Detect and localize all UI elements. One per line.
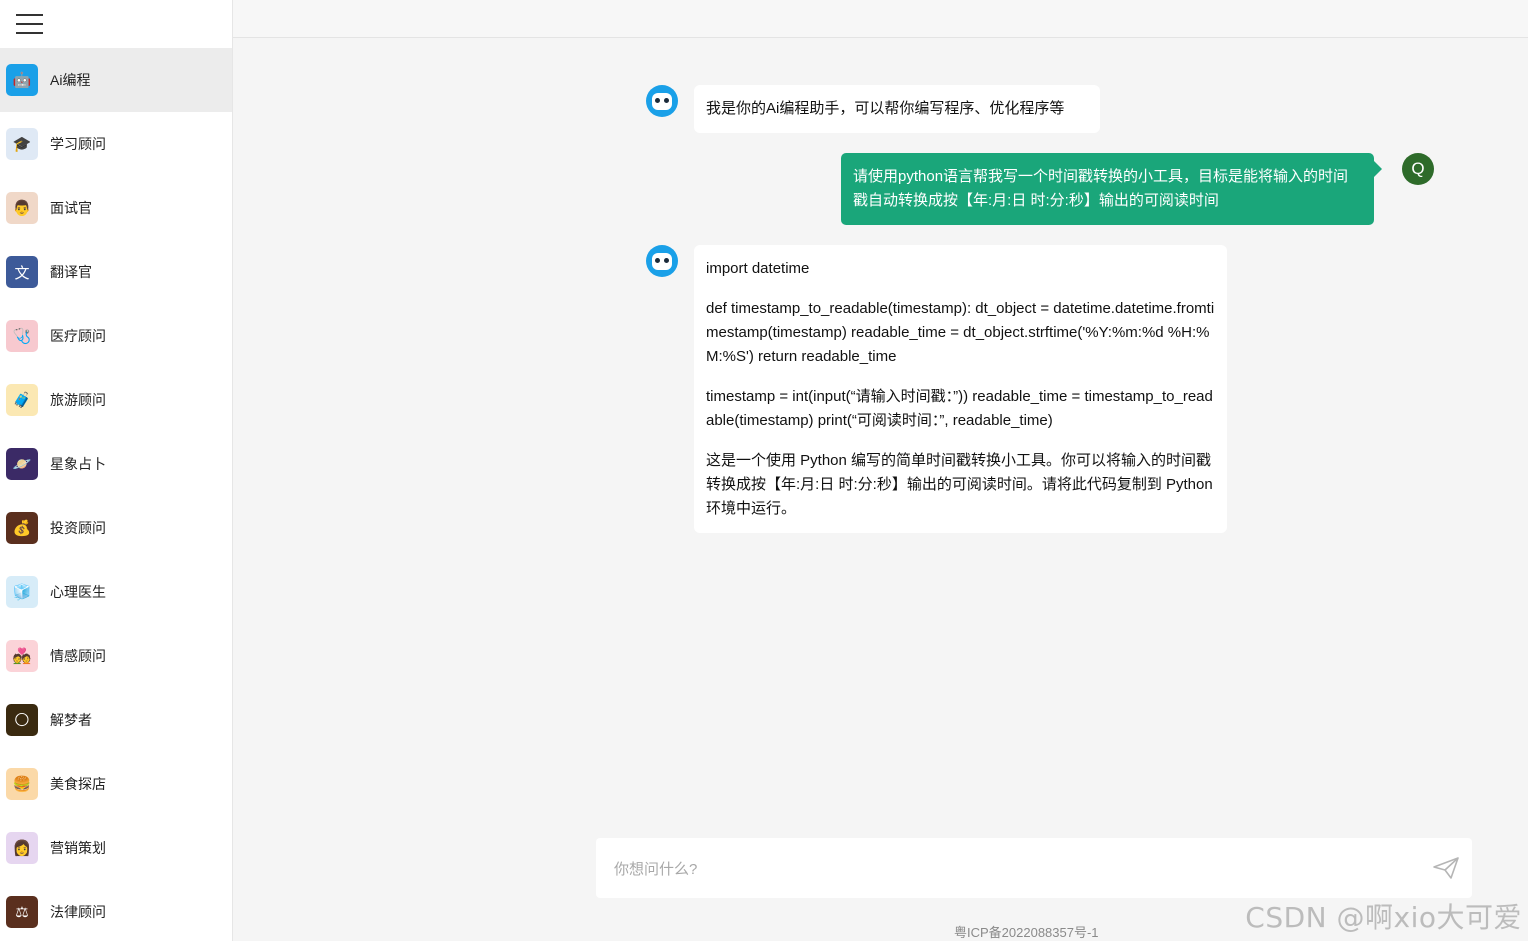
assistant-avatar-reply xyxy=(646,245,678,277)
user-message-text: 请使用python语言帮我写一个时间戳转换的小工具，目标是能将输入的时间戳自动转… xyxy=(853,168,1349,209)
sidebar-item[interactable]: 🧊 心理医生 xyxy=(0,560,232,624)
sidebar-item[interactable]: 💰 投资顾问 xyxy=(0,496,232,560)
sidebar-item[interactable]: 🎓 学习顾问 xyxy=(0,112,232,176)
icp-footer-link[interactable]: 粤ICP备2022088357号-1 xyxy=(954,922,1099,941)
assistant-greeting-text: 我是你的Ai编程助手，可以帮你编写程序、优化程序等 xyxy=(706,100,1065,117)
sidebar-item-label: 旅游顾问 xyxy=(50,392,106,408)
sidebar-item[interactable]: 文翻译官 xyxy=(0,240,232,304)
watermark: CSDN @啊xio大可爱 xyxy=(1245,901,1522,934)
sidebar-item-label: 心理医生 xyxy=(50,584,106,600)
coins-icon: 💰 xyxy=(6,512,38,544)
sidebar-item-label: 学习顾问 xyxy=(50,136,106,152)
hamburger-menu-icon[interactable] xyxy=(16,14,44,36)
user-message-bubble: 请使用python语言帮我写一个时间戳转换的小工具，目标是能将输入的时间戳自动转… xyxy=(841,153,1382,225)
sidebar-item[interactable]: 👨 面试官 xyxy=(0,176,232,240)
sidebar-item-label: 投资顾问 xyxy=(50,520,106,536)
sidebar-item-label: 星象占卜 xyxy=(50,456,106,472)
medical-icon: 🩺 xyxy=(6,320,38,352)
user-avatar[interactable]: Q xyxy=(1402,153,1434,185)
assistant-list: 🤖 Ai编程 🎓 学习顾问 👨 面试官文翻译官 🩺 医疗顾问 🧳 旅游顾问 🪐 星象占卜 💰 投资顾问 🧊 心… xyxy=(0,48,232,941)
sidebar-item-label: Ai编程 xyxy=(50,72,91,88)
sidebar-item-label: 情感顾问 xyxy=(50,648,106,664)
assistant-avatar xyxy=(646,85,678,117)
sidebar-item[interactable]: 💑 情感顾问 xyxy=(0,624,232,688)
sidebar-item-label: 美食探店 xyxy=(50,776,106,792)
sidebar-item[interactable]: 🌕 解梦者 xyxy=(0,688,232,752)
planet-icon: 🪐 xyxy=(6,448,38,480)
sidebar-item[interactable]: 👩 营销策划 xyxy=(0,816,232,880)
app-window: 🤖 Ai编程 🎓 学习顾问 👨 面试官文翻译官 🩺 医疗顾问 🧳 旅游顾问 🪐 星象占卜 💰 投资顾问 🧊 心… xyxy=(0,0,1528,941)
sidebar-item[interactable]: 🍔 美食探店 xyxy=(0,752,232,816)
law-icon: ⚖ xyxy=(6,896,38,928)
heart-box-icon: 🧊 xyxy=(6,576,38,608)
burger-icon: 🍔 xyxy=(6,768,38,800)
moon-icon: 🌕 xyxy=(6,704,38,736)
robot-icon xyxy=(652,252,672,270)
sidebar-item[interactable]: 🩺 医疗顾问 xyxy=(0,304,232,368)
interviewer-icon: 👨 xyxy=(6,192,38,224)
sidebar-item[interactable]: 🪐 星象占卜 xyxy=(0,432,232,496)
user-initial: Q xyxy=(1411,159,1425,178)
sidebar: 🤖 Ai编程 🎓 学习顾问 👨 面试官文翻译官 🩺 医疗顾问 🧳 旅游顾问 🪐 星象占卜 💰 投资顾问 🧊 心… xyxy=(0,0,233,941)
luggage-icon: 🧳 xyxy=(6,384,38,416)
sidebar-item[interactable]: ⚖ 法律顾问 xyxy=(0,880,232,941)
sidebar-item-label: 营销策划 xyxy=(50,840,106,856)
marketer-icon: 👩 xyxy=(6,832,38,864)
sidebar-item[interactable]: 🧳 旅游顾问 xyxy=(0,368,232,432)
send-icon[interactable] xyxy=(1432,856,1460,880)
assistant-reply-bubble: import datetime def timestamp_to_readable… xyxy=(694,245,1227,533)
translate-icon: 文 xyxy=(6,256,38,288)
sidebar-item-label: 翻译官 xyxy=(50,264,92,280)
chat-input[interactable] xyxy=(612,838,1406,900)
sidebar-item-label: 解梦者 xyxy=(50,712,92,728)
sidebar-item-label: 医疗顾问 xyxy=(50,328,106,344)
assistant-reply-paragraph: import datetime xyxy=(706,260,810,277)
graduation-cap-icon: 🎓 xyxy=(6,128,38,160)
chat-input-box xyxy=(596,838,1472,900)
assistant-reply-paragraph: timestamp = int(input(“请输入时间戳：”)) readab… xyxy=(706,388,1213,429)
sidebar-item-label: 面试官 xyxy=(50,200,92,216)
assistant-reply-paragraph: def timestamp_to_readable(timestamp): dt… xyxy=(706,300,1215,365)
top-bar xyxy=(233,0,1528,38)
sidebar-item-label: 法律顾问 xyxy=(50,904,106,920)
robot-icon xyxy=(652,92,672,110)
assistant-greeting-bubble: 我是你的Ai编程助手，可以帮你编写程序、优化程序等 xyxy=(694,85,1100,133)
sidebar-item[interactable]: 🤖 Ai编程 xyxy=(0,48,232,112)
assistant-reply-paragraph: 这是一个使用 Python 编写的简单时间戳转换小工具。你可以将输入的时间戳转换… xyxy=(706,452,1213,517)
robot-icon: 🤖 xyxy=(6,64,38,96)
couple-icon: 💑 xyxy=(6,640,38,672)
